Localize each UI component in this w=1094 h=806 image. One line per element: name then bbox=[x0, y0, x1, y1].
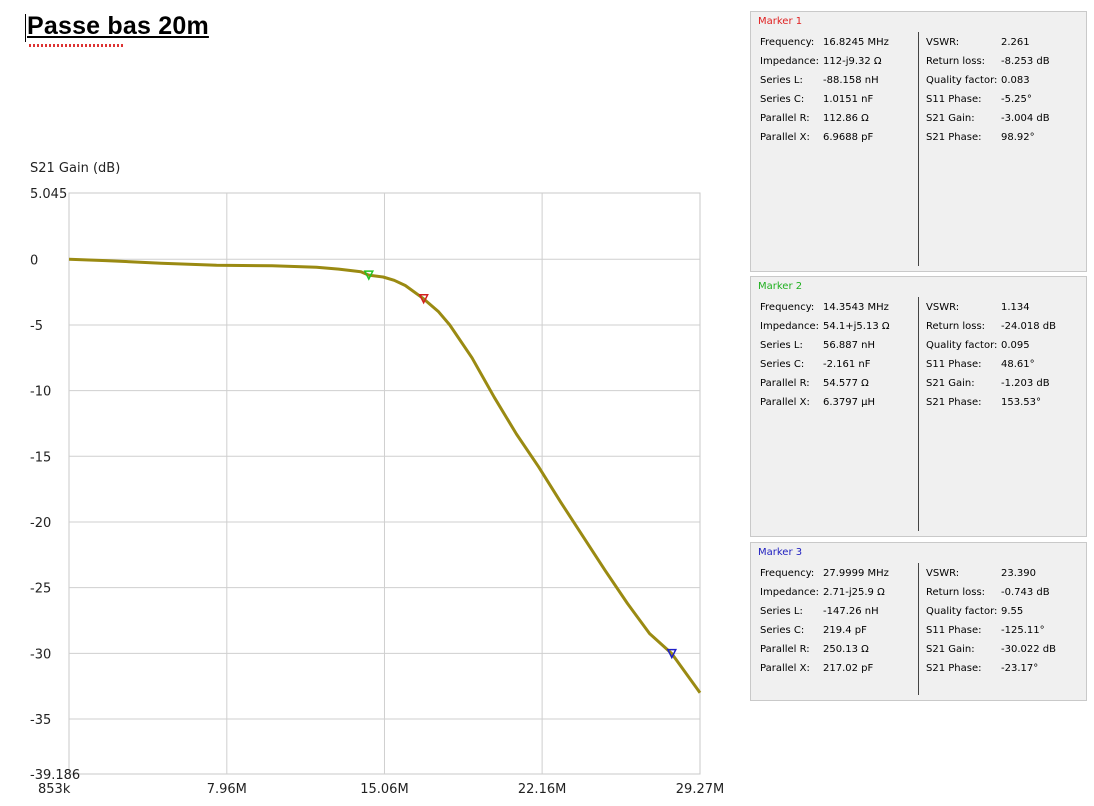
column-divider bbox=[918, 563, 919, 695]
field-value: 112.86 Ω bbox=[823, 113, 869, 124]
marker-panel-title: Marker 1 bbox=[758, 16, 803, 27]
field-label: Parallel X: bbox=[760, 663, 810, 674]
x-tick-label: 15.06M bbox=[360, 782, 408, 797]
field-value: 54.1+j5.13 Ω bbox=[823, 321, 890, 332]
y-tick-label: -5 bbox=[30, 319, 43, 334]
field-label: S11 Phase: bbox=[926, 625, 982, 636]
field-label: S21 Phase: bbox=[926, 397, 982, 408]
field-value: -3.004 dB bbox=[1001, 113, 1050, 124]
field-label: Quality factor: bbox=[926, 340, 998, 351]
y-tick-label: -30 bbox=[30, 647, 51, 662]
field-label: VSWR: bbox=[926, 37, 960, 48]
x-tick-label: 853k bbox=[38, 782, 71, 797]
field-value: -23.17° bbox=[1001, 663, 1039, 674]
field-label: S21 Phase: bbox=[926, 663, 982, 674]
field-label: Series L: bbox=[760, 340, 803, 351]
field-label: Parallel X: bbox=[760, 132, 810, 143]
field-value: 219.4 pF bbox=[823, 625, 867, 636]
marker-1-panel: Marker 1 Frequency: 16.8245 MHz Impedance: 1… bbox=[750, 11, 1087, 272]
y-axis-label: S21 Gain (dB) bbox=[30, 161, 120, 176]
field-value: -0.743 dB bbox=[1001, 587, 1050, 598]
field-label: S11 Phase: bbox=[926, 94, 982, 105]
field-value: -147.26 nH bbox=[823, 606, 879, 617]
field-label: VSWR: bbox=[926, 568, 960, 579]
field-value: 23.390 bbox=[1001, 568, 1036, 579]
x-tick-label: 7.96M bbox=[207, 782, 247, 797]
field-label: Series L: bbox=[760, 75, 803, 86]
field-label: S21 Gain: bbox=[926, 644, 975, 655]
field-value: 0.095 bbox=[1001, 340, 1030, 351]
field-label: Series C: bbox=[760, 94, 805, 105]
marker-2-panel: Marker 2 Frequency: 14.3543 MHz Impedance: 5… bbox=[750, 276, 1087, 537]
y-tick-label: 0 bbox=[30, 253, 38, 268]
field-label: Quality factor: bbox=[926, 75, 998, 86]
field-value: 54.577 Ω bbox=[823, 378, 869, 389]
field-label: Parallel R: bbox=[760, 113, 810, 124]
field-value: 250.13 Ω bbox=[823, 644, 869, 655]
field-label: S11 Phase: bbox=[926, 359, 982, 370]
field-label: Return loss: bbox=[926, 56, 986, 67]
field-label: Parallel R: bbox=[760, 644, 810, 655]
field-value: 2.261 bbox=[1001, 37, 1030, 48]
field-label: S21 Gain: bbox=[926, 113, 975, 124]
field-value: -30.022 dB bbox=[1001, 644, 1056, 655]
field-label: Frequency: bbox=[760, 568, 815, 579]
y-tick-label: -15 bbox=[30, 450, 51, 465]
field-value: 98.92° bbox=[1001, 132, 1035, 143]
field-value: -88.158 nH bbox=[823, 75, 879, 86]
y-tick-label: -39.186 bbox=[30, 768, 80, 783]
field-value: -1.203 dB bbox=[1001, 378, 1050, 389]
field-value: 9.55 bbox=[1001, 606, 1024, 617]
marker-panel-title: Marker 2 bbox=[758, 281, 803, 292]
field-value: 6.9688 pF bbox=[823, 132, 874, 143]
y-tick-label: -20 bbox=[30, 516, 51, 531]
field-label: S21 Gain: bbox=[926, 378, 975, 389]
s21-gain-chart: 5.045 0 -5 -10 -15 -20 -25 -30 -35 -39.186853k 7.9… bbox=[30, 161, 724, 797]
marker-3-panel: Marker 3 Frequency: 27.9999 MHz Impedance: 2… bbox=[750, 542, 1087, 701]
y-tick-label: -25 bbox=[30, 582, 51, 597]
field-label: Frequency: bbox=[760, 37, 815, 48]
field-label: Series L: bbox=[760, 606, 803, 617]
field-value: -24.018 dB bbox=[1001, 321, 1056, 332]
field-label: Return loss: bbox=[926, 321, 986, 332]
field-label: VSWR: bbox=[926, 302, 960, 313]
field-value: 1.134 bbox=[1001, 302, 1030, 313]
field-label: Return loss: bbox=[926, 587, 986, 598]
y-tick-label: -35 bbox=[30, 713, 51, 728]
field-label: Impedance: bbox=[760, 56, 820, 67]
field-value: 14.3543 MHz bbox=[823, 302, 889, 313]
field-value: 27.9999 MHz bbox=[823, 568, 889, 579]
field-value: -5.25° bbox=[1001, 94, 1032, 105]
y-tick-label: 5.045 bbox=[30, 187, 67, 202]
field-value: 112-j9.32 Ω bbox=[823, 56, 882, 67]
field-value: 6.3797 µH bbox=[823, 397, 876, 408]
field-label: Quality factor: bbox=[926, 606, 998, 617]
field-value: 0.083 bbox=[1001, 75, 1030, 86]
column-divider bbox=[918, 297, 919, 531]
field-label: Impedance: bbox=[760, 587, 820, 598]
column-divider bbox=[918, 32, 919, 266]
field-value: 1.0151 nF bbox=[823, 94, 874, 105]
field-label: Parallel X: bbox=[760, 397, 810, 408]
field-label: Series C: bbox=[760, 359, 805, 370]
field-label: Parallel R: bbox=[760, 378, 810, 389]
field-value: 56.887 nH bbox=[823, 340, 876, 351]
y-tick-label: -10 bbox=[30, 385, 51, 400]
field-value: 16.8245 MHz bbox=[823, 37, 889, 48]
field-value: 2.71-j25.9 Ω bbox=[823, 587, 885, 598]
field-label: Impedance: bbox=[760, 321, 820, 332]
field-value: -2.161 nF bbox=[823, 359, 871, 370]
field-label: S21 Phase: bbox=[926, 132, 982, 143]
field-label: Frequency: bbox=[760, 302, 815, 313]
field-value: 217.02 pF bbox=[823, 663, 874, 674]
field-value: 153.53° bbox=[1001, 397, 1041, 408]
field-label: Series C: bbox=[760, 625, 805, 636]
field-value: -125.11° bbox=[1001, 625, 1045, 636]
field-value: -8.253 dB bbox=[1001, 56, 1050, 67]
x-tick-label: 22.16M bbox=[518, 782, 566, 797]
x-tick-label: 29.27M bbox=[676, 782, 724, 797]
field-value: 48.61° bbox=[1001, 359, 1035, 370]
marker-panel-title: Marker 3 bbox=[758, 547, 803, 558]
